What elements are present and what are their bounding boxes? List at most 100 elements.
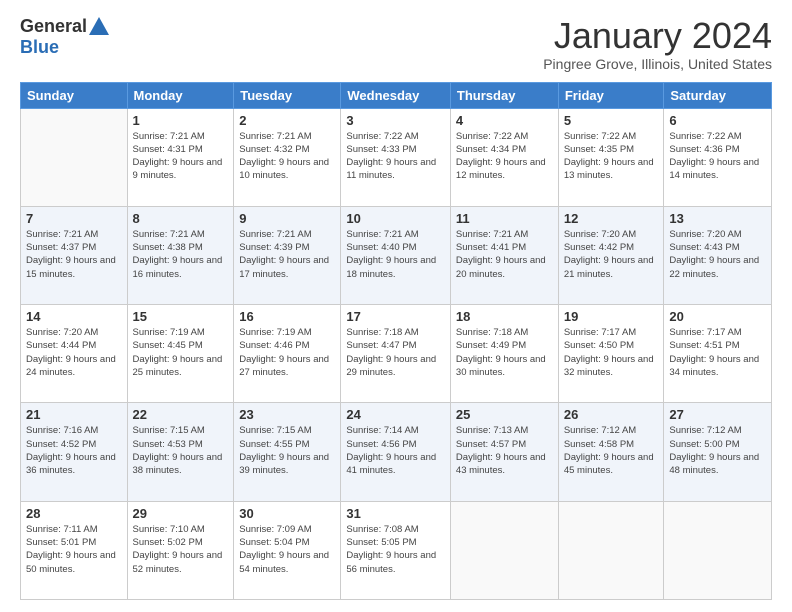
logo: General Blue: [20, 16, 109, 58]
day-info: Sunrise: 7:17 AM Sunset: 4:51 PM Dayligh…: [669, 326, 766, 379]
table-row: 6 Sunrise: 7:22 AM Sunset: 4:36 PM Dayli…: [664, 108, 772, 206]
day-number: 29: [133, 506, 229, 521]
logo-general: General: [20, 16, 87, 37]
day-number: 13: [669, 211, 766, 226]
day-info: Sunrise: 7:20 AM Sunset: 4:42 PM Dayligh…: [564, 228, 659, 281]
sunset-text: Sunset: 4:53 PM: [133, 439, 203, 450]
day-info: Sunrise: 7:14 AM Sunset: 4:56 PM Dayligh…: [346, 424, 445, 477]
sunset-text: Sunset: 4:33 PM: [346, 144, 416, 155]
day-info: Sunrise: 7:16 AM Sunset: 4:52 PM Dayligh…: [26, 424, 122, 477]
table-row: 15 Sunrise: 7:19 AM Sunset: 4:45 PM Dayl…: [127, 305, 234, 403]
calendar-week-row: 14 Sunrise: 7:20 AM Sunset: 4:44 PM Dayl…: [21, 305, 772, 403]
table-row: 19 Sunrise: 7:17 AM Sunset: 4:50 PM Dayl…: [558, 305, 664, 403]
sunset-text: Sunset: 5:05 PM: [346, 537, 416, 548]
day-number: 17: [346, 309, 445, 324]
day-info: Sunrise: 7:12 AM Sunset: 5:00 PM Dayligh…: [669, 424, 766, 477]
day-info: Sunrise: 7:15 AM Sunset: 4:53 PM Dayligh…: [133, 424, 229, 477]
daylight-text: Daylight: 9 hours and 30 minutes.: [456, 354, 546, 378]
calendar-week-row: 28 Sunrise: 7:11 AM Sunset: 5:01 PM Dayl…: [21, 501, 772, 599]
table-row: 12 Sunrise: 7:20 AM Sunset: 4:42 PM Dayl…: [558, 206, 664, 304]
sunrise-text: Sunrise: 7:11 AM: [26, 524, 98, 535]
sunrise-text: Sunrise: 7:10 AM: [133, 524, 205, 535]
day-number: 5: [564, 113, 659, 128]
sunrise-text: Sunrise: 7:21 AM: [239, 131, 311, 142]
daylight-text: Daylight: 9 hours and 52 minutes.: [133, 550, 223, 574]
day-info: Sunrise: 7:15 AM Sunset: 4:55 PM Dayligh…: [239, 424, 335, 477]
daylight-text: Daylight: 9 hours and 11 minutes.: [346, 157, 436, 181]
sunrise-text: Sunrise: 7:09 AM: [239, 524, 311, 535]
table-row: 17 Sunrise: 7:18 AM Sunset: 4:47 PM Dayl…: [341, 305, 451, 403]
day-number: 27: [669, 407, 766, 422]
day-info: Sunrise: 7:22 AM Sunset: 4:36 PM Dayligh…: [669, 130, 766, 183]
sunset-text: Sunset: 4:57 PM: [456, 439, 526, 450]
daylight-text: Daylight: 9 hours and 45 minutes.: [564, 452, 654, 476]
day-info: Sunrise: 7:22 AM Sunset: 4:34 PM Dayligh…: [456, 130, 553, 183]
sunrise-text: Sunrise: 7:18 AM: [456, 327, 528, 338]
day-info: Sunrise: 7:21 AM Sunset: 4:37 PM Dayligh…: [26, 228, 122, 281]
header-tuesday: Tuesday: [234, 82, 341, 108]
table-row: 26 Sunrise: 7:12 AM Sunset: 4:58 PM Dayl…: [558, 403, 664, 501]
sunrise-text: Sunrise: 7:22 AM: [456, 131, 528, 142]
table-row: 1 Sunrise: 7:21 AM Sunset: 4:31 PM Dayli…: [127, 108, 234, 206]
daylight-text: Daylight: 9 hours and 27 minutes.: [239, 354, 329, 378]
sunrise-text: Sunrise: 7:20 AM: [669, 229, 741, 240]
day-info: Sunrise: 7:08 AM Sunset: 5:05 PM Dayligh…: [346, 523, 445, 576]
table-row: 16 Sunrise: 7:19 AM Sunset: 4:46 PM Dayl…: [234, 305, 341, 403]
day-number: 4: [456, 113, 553, 128]
sunset-text: Sunset: 4:31 PM: [133, 144, 203, 155]
header: General Blue January 2024 Pingree Grove,…: [20, 16, 772, 72]
table-row: 22 Sunrise: 7:15 AM Sunset: 4:53 PM Dayl…: [127, 403, 234, 501]
sunrise-text: Sunrise: 7:19 AM: [239, 327, 311, 338]
sunset-text: Sunset: 4:32 PM: [239, 144, 309, 155]
daylight-text: Daylight: 9 hours and 20 minutes.: [456, 255, 546, 279]
calendar-week-row: 21 Sunrise: 7:16 AM Sunset: 4:52 PM Dayl…: [21, 403, 772, 501]
day-info: Sunrise: 7:21 AM Sunset: 4:31 PM Dayligh…: [133, 130, 229, 183]
calendar-week-row: 7 Sunrise: 7:21 AM Sunset: 4:37 PM Dayli…: [21, 206, 772, 304]
sunrise-text: Sunrise: 7:13 AM: [456, 425, 528, 436]
calendar-week-row: 1 Sunrise: 7:21 AM Sunset: 4:31 PM Dayli…: [21, 108, 772, 206]
table-row: 4 Sunrise: 7:22 AM Sunset: 4:34 PM Dayli…: [450, 108, 558, 206]
day-info: Sunrise: 7:09 AM Sunset: 5:04 PM Dayligh…: [239, 523, 335, 576]
sunrise-text: Sunrise: 7:19 AM: [133, 327, 205, 338]
sunset-text: Sunset: 4:42 PM: [564, 242, 634, 253]
day-number: 23: [239, 407, 335, 422]
sunrise-text: Sunrise: 7:14 AM: [346, 425, 418, 436]
sunset-text: Sunset: 4:47 PM: [346, 340, 416, 351]
daylight-text: Daylight: 9 hours and 10 minutes.: [239, 157, 329, 181]
sunset-text: Sunset: 5:04 PM: [239, 537, 309, 548]
day-number: 1: [133, 113, 229, 128]
sunset-text: Sunset: 4:44 PM: [26, 340, 96, 351]
calendar-header-row: Sunday Monday Tuesday Wednesday Thursday…: [21, 82, 772, 108]
header-monday: Monday: [127, 82, 234, 108]
sunrise-text: Sunrise: 7:15 AM: [133, 425, 205, 436]
page: General Blue January 2024 Pingree Grove,…: [0, 0, 792, 612]
daylight-text: Daylight: 9 hours and 29 minutes.: [346, 354, 436, 378]
table-row: 2 Sunrise: 7:21 AM Sunset: 4:32 PM Dayli…: [234, 108, 341, 206]
daylight-text: Daylight: 9 hours and 50 minutes.: [26, 550, 116, 574]
table-row: [21, 108, 128, 206]
sunrise-text: Sunrise: 7:20 AM: [26, 327, 98, 338]
day-number: 3: [346, 113, 445, 128]
table-row: 7 Sunrise: 7:21 AM Sunset: 4:37 PM Dayli…: [21, 206, 128, 304]
table-row: 13 Sunrise: 7:20 AM Sunset: 4:43 PM Dayl…: [664, 206, 772, 304]
day-info: Sunrise: 7:21 AM Sunset: 4:32 PM Dayligh…: [239, 130, 335, 183]
daylight-text: Daylight: 9 hours and 21 minutes.: [564, 255, 654, 279]
day-info: Sunrise: 7:21 AM Sunset: 4:41 PM Dayligh…: [456, 228, 553, 281]
daylight-text: Daylight: 9 hours and 34 minutes.: [669, 354, 759, 378]
day-number: 7: [26, 211, 122, 226]
day-number: 26: [564, 407, 659, 422]
table-row: [450, 501, 558, 599]
daylight-text: Daylight: 9 hours and 25 minutes.: [133, 354, 223, 378]
daylight-text: Daylight: 9 hours and 16 minutes.: [133, 255, 223, 279]
table-row: 10 Sunrise: 7:21 AM Sunset: 4:40 PM Dayl…: [341, 206, 451, 304]
sunrise-text: Sunrise: 7:21 AM: [133, 131, 205, 142]
sunrise-text: Sunrise: 7:20 AM: [564, 229, 636, 240]
header-sunday: Sunday: [21, 82, 128, 108]
table-row: 20 Sunrise: 7:17 AM Sunset: 4:51 PM Dayl…: [664, 305, 772, 403]
daylight-text: Daylight: 9 hours and 41 minutes.: [346, 452, 436, 476]
sunrise-text: Sunrise: 7:22 AM: [564, 131, 636, 142]
daylight-text: Daylight: 9 hours and 56 minutes.: [346, 550, 436, 574]
table-row: 28 Sunrise: 7:11 AM Sunset: 5:01 PM Dayl…: [21, 501, 128, 599]
day-info: Sunrise: 7:21 AM Sunset: 4:39 PM Dayligh…: [239, 228, 335, 281]
day-number: 10: [346, 211, 445, 226]
